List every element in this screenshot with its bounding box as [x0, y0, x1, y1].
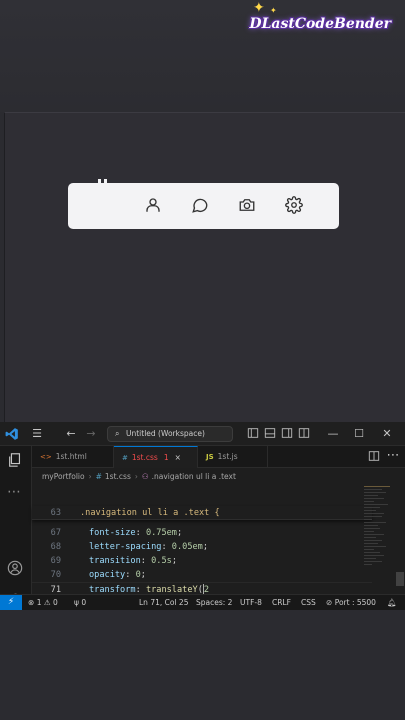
sticky-scroll-line[interactable]: 63 .navigation ul li a .text { — [32, 506, 372, 520]
toggle-panel-icon[interactable] — [263, 427, 277, 441]
sparkle-icon: ✦ — [253, 0, 265, 16]
remote-indicator-icon[interactable]: ⚡ — [0, 595, 22, 611]
gear-icon[interactable] — [285, 196, 303, 214]
back-arrow-icon[interactable]: ← — [64, 427, 78, 441]
vscode-window: ☰ ← → ⌕ Untitled (Workspace) — ☐ ✕ ⋯ <> … — [0, 422, 405, 611]
error-icon: ⊗ — [28, 598, 35, 607]
code-line: 70 opacity: 0; — [50, 570, 146, 580]
toggle-sidebar-icon[interactable] — [246, 427, 260, 441]
title-bar: ☰ ← → ⌕ Untitled (Workspace) — ☐ ✕ — [0, 422, 405, 446]
antenna-icon: ψ — [74, 598, 79, 607]
status-bar: ⚡ ⊗ 1 ⚠ 0 ψ 0 Ln 71, Col 25 Spaces: 2 UT… — [0, 594, 405, 611]
forward-arrow-icon[interactable]: → — [84, 427, 98, 441]
close-tab-icon[interactable]: × — [175, 453, 181, 462]
search-icon: ⌕ — [115, 429, 120, 438]
channel-watermark: DLastCodeBender — [249, 16, 391, 32]
person-icon[interactable] — [144, 196, 162, 214]
tab-1st-html[interactable]: <> 1st.html — [32, 446, 114, 468]
problems-indicator[interactable]: ⊗ 1 ⚠ 0 — [28, 595, 58, 610]
customize-layout-icon[interactable] — [297, 427, 311, 441]
menu-icon[interactable]: ☰ — [30, 427, 44, 441]
account-icon[interactable] — [7, 560, 25, 578]
split-editor-icon[interactable] — [367, 450, 381, 464]
camera-icon[interactable] — [238, 196, 256, 214]
activity-bar: ⋯ — [0, 446, 32, 607]
chat-bubble-icon[interactable] — [191, 196, 209, 214]
more-icon[interactable]: ⋯ — [7, 485, 25, 504]
maximize-icon[interactable]: ☐ — [352, 427, 366, 441]
code-line: 69 transition: 0.5s; — [50, 556, 177, 566]
browser-preview — [4, 112, 405, 422]
minimize-icon[interactable]: — — [326, 427, 340, 441]
cursor-position[interactable]: Ln 71, Col 25 — [139, 595, 188, 610]
indentation[interactable]: Spaces: 2 — [196, 595, 232, 610]
live-server-port[interactable]: ⊘ Port : 5500 — [326, 595, 376, 610]
encoding[interactable]: UTF-8 — [240, 595, 262, 610]
editor-tabs: <> 1st.html #1st.css 1 × JS 1st.js ⋯ — [32, 446, 405, 468]
close-icon[interactable]: ✕ — [380, 427, 394, 441]
code-line: 68 letter-spacing: 0.05em; — [50, 542, 209, 552]
tab-1st-js[interactable]: JS 1st.js — [198, 446, 268, 468]
more-actions-icon[interactable]: ⋯ — [386, 449, 400, 463]
command-center-search[interactable]: ⌕ Untitled (Workspace) — [107, 426, 233, 442]
breadcrumb: myPortfolio › #1st.css › ⚇ .navigation ul li … — [42, 472, 236, 481]
end-of-line[interactable]: CRLF — [272, 595, 291, 610]
symbol-icon: ⚇ — [141, 472, 149, 481]
minimap[interactable] — [364, 484, 396, 574]
toggle-secondary-sidebar-icon[interactable] — [280, 427, 294, 441]
vertical-scrollbar[interactable] — [396, 572, 404, 586]
code-editor[interactable]: 67 font-size: 0.75em; 68 letter-spacing:… — [32, 484, 392, 596]
css-file-icon: # — [95, 472, 102, 481]
port-icon: ⊘ — [326, 598, 333, 607]
code-line: 67 font-size: 0.75em; — [50, 528, 183, 538]
problem-count-badge: 1 — [163, 453, 169, 462]
warning-icon: ⚠ — [43, 598, 51, 607]
bottom-background — [0, 610, 405, 720]
ports-indicator[interactable]: ψ 0 — [74, 595, 86, 610]
explorer-icon[interactable] — [7, 452, 25, 470]
vscode-logo-icon — [5, 427, 19, 441]
language-mode[interactable]: CSS — [301, 595, 316, 610]
sparkle-icon: ✦ — [270, 6, 277, 15]
chevron-right-icon: › — [134, 472, 138, 481]
notifications-bell-icon[interactable]: 🔔︎ — [387, 595, 397, 610]
tab-1st-css[interactable]: #1st.css 1 × — [114, 446, 198, 468]
chevron-right-icon: › — [88, 472, 92, 481]
